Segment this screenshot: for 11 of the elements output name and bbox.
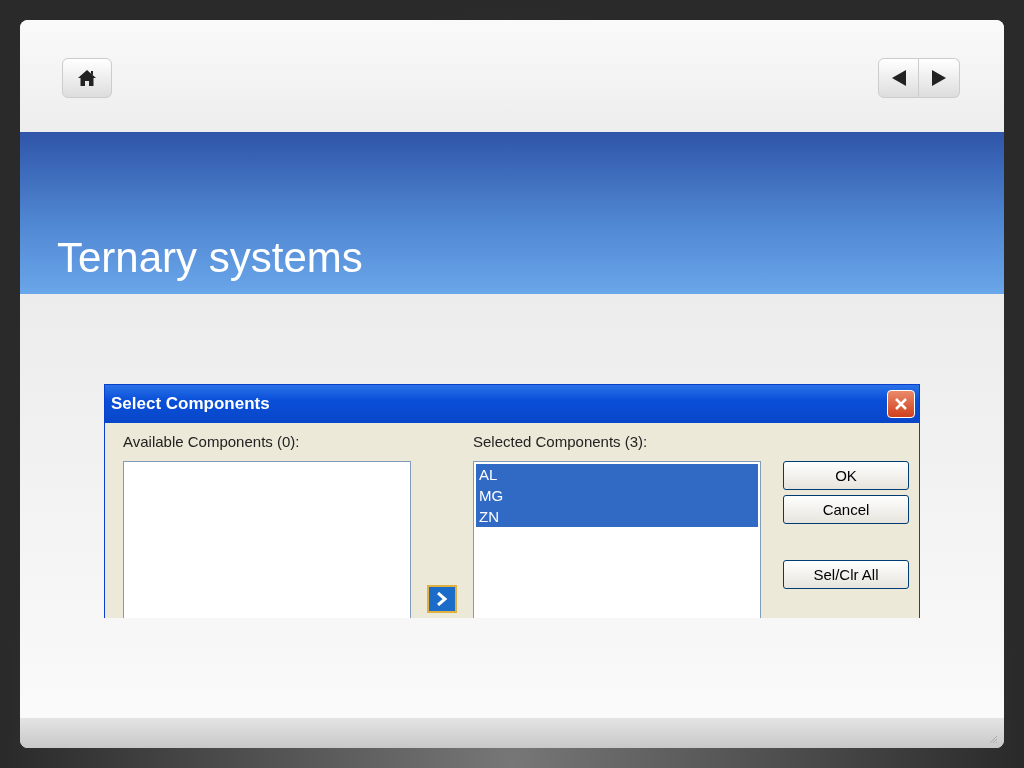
list-item[interactable]: ZN	[476, 506, 758, 527]
list-item[interactable]: MG	[476, 485, 758, 506]
dialog-title: Select Components	[111, 394, 270, 414]
list-label: Selected Components (3):	[473, 433, 649, 452]
dialog-button[interactable]: Cancel	[783, 495, 909, 524]
dialog-button[interactable]: OK	[783, 461, 909, 490]
list-label: Available Components (0):	[123, 433, 301, 452]
list-item[interactable]: AL	[476, 464, 758, 485]
dialog-button[interactable]: Sel/Clr All	[783, 560, 909, 589]
slide-title: Ternary systems	[57, 234, 363, 282]
selected-list[interactable]: AL MG ZN	[473, 461, 761, 618]
